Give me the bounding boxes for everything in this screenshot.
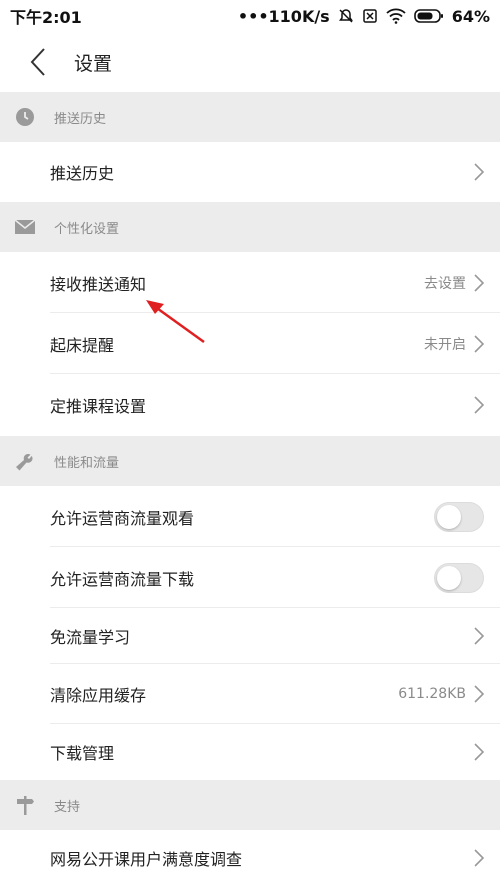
section-title: 支持 [54, 799, 81, 815]
clock-icon [0, 107, 50, 127]
chevron-right-icon [472, 395, 486, 415]
row-label: 起床提醒 [50, 335, 115, 355]
row-label: 接收推送通知 [50, 274, 147, 294]
row-scheduled-push[interactable]: 定推课程设置 [0, 374, 500, 436]
battery-percent: 64% [451, 6, 490, 26]
section-header-performance: 性能和流量 [0, 436, 500, 486]
row-clear-cache[interactable]: 清除应用缓存 611.28KB [0, 664, 500, 724]
chevron-right-icon [472, 162, 486, 182]
section-title: 个性化设置 [54, 221, 120, 237]
toggle-knob [437, 565, 461, 590]
row-wake-reminder[interactable]: 起床提醒 未开启 [0, 313, 500, 374]
status-bar: 下午2:01 •••110K/s 64% [0, 0, 500, 32]
mute-bell-icon [338, 8, 354, 24]
chevron-right-icon [472, 742, 486, 762]
carrier-download-toggle[interactable] [434, 562, 484, 593]
row-allow-carrier-download: 允许运营商流量下载 [0, 547, 500, 608]
network-speed: •••110K/s [237, 6, 330, 26]
carrier-watch-toggle[interactable] [434, 501, 484, 532]
section-header-personalization: 个性化设置 [0, 202, 500, 252]
back-button[interactable] [18, 42, 58, 82]
row-value: 去设置 [424, 275, 466, 292]
row-download-management[interactable]: 下载管理 [0, 724, 500, 780]
wifi-icon [386, 8, 406, 24]
row-value: 未开启 [424, 336, 466, 353]
row-label: 推送历史 [50, 164, 115, 183]
row-label: 下载管理 [50, 744, 115, 763]
chevron-right-icon [472, 334, 486, 354]
page-title: 设置 [74, 52, 113, 75]
chevron-right-icon [472, 273, 486, 293]
row-free-traffic-learning[interactable]: 免流量学习 [0, 608, 500, 664]
row-label: 定推课程设置 [50, 397, 147, 416]
status-icons: •••110K/s 64% [238, 7, 490, 26]
section-header-push-history: 推送历史 [0, 92, 500, 142]
status-time: 下午2:01 [10, 8, 82, 27]
battery-icon [413, 8, 444, 24]
annotation-arrow [146, 300, 205, 344]
row-label: 网易公开课用户满意度调查 [50, 850, 243, 869]
chevron-left-icon [30, 48, 45, 76]
row-label: 免流量学习 [50, 628, 131, 647]
row-label: 允许运营商流量观看 [50, 508, 195, 528]
row-push-history[interactable]: 推送历史 [0, 142, 500, 202]
section-title: 性能和流量 [54, 455, 120, 471]
envelope-icon [0, 219, 50, 235]
chevron-right-icon [472, 684, 486, 704]
chevron-right-icon [472, 626, 486, 646]
toggle-knob [437, 504, 461, 529]
section-header-support: 支持 [0, 780, 500, 830]
wrench-icon [0, 451, 50, 471]
title-bar: 设置 [0, 32, 500, 92]
section-title: 推送历史 [54, 111, 107, 127]
row-allow-carrier-watch: 允许运营商流量观看 [0, 486, 500, 547]
cache-size: 611.28KB [398, 686, 466, 702]
no-sim-icon [362, 8, 378, 24]
row-label: 清除应用缓存 [50, 686, 147, 705]
row-label: 允许运营商流量下载 [50, 569, 195, 589]
signpost-icon [0, 794, 50, 816]
row-receive-push[interactable]: 接收推送通知 去设置 [0, 252, 500, 313]
baidu-watermark-logo [410, 855, 475, 875]
